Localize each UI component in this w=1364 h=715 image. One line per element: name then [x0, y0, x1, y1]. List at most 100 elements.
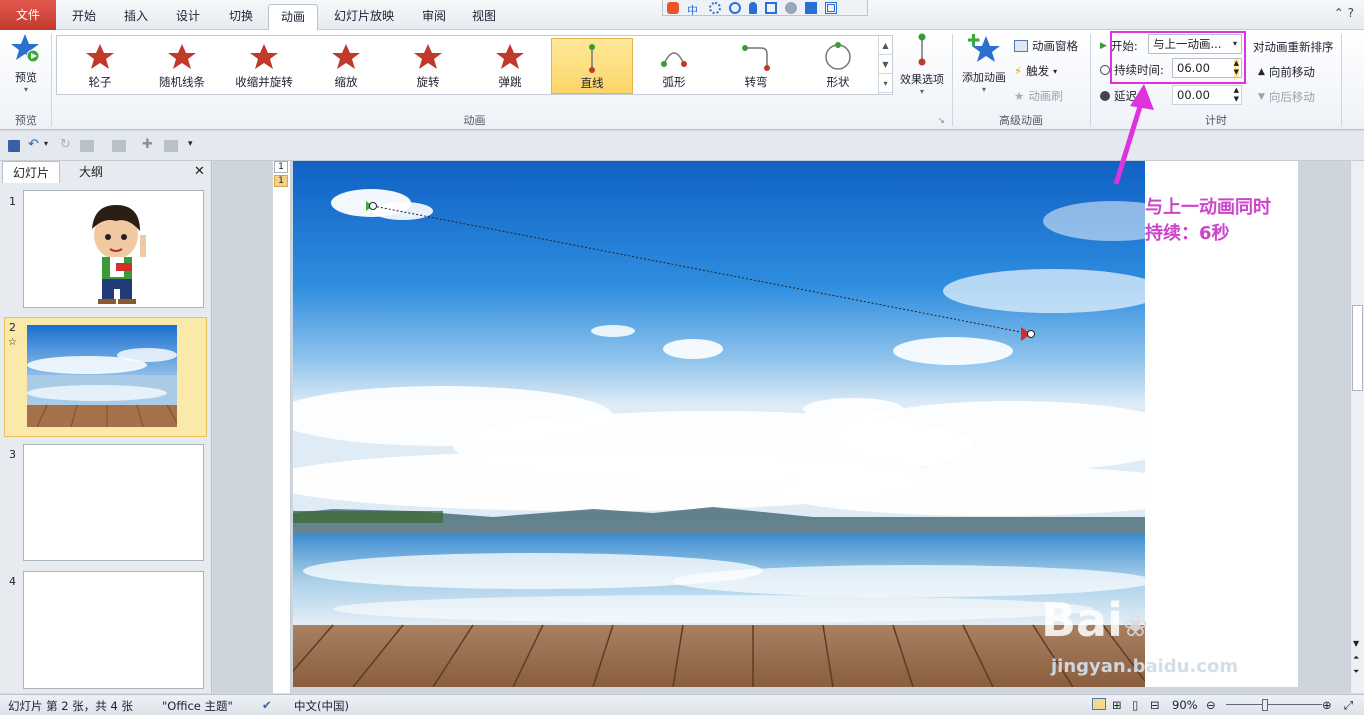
- animation-bounce[interactable]: 弹跳: [469, 38, 551, 94]
- group-divider: [952, 34, 953, 126]
- effect-options-button[interactable]: 效果选项 ▾: [896, 32, 948, 104]
- grid-icon[interactable]: [825, 1, 837, 14]
- scrollbar-thumb[interactable]: [1352, 305, 1363, 391]
- reading-view-icon[interactable]: ▯: [1132, 698, 1138, 712]
- zoom-in-icon[interactable]: ⊕: [1322, 698, 1332, 712]
- gallery-down-button[interactable]: ▼: [879, 55, 892, 74]
- zoom-out-icon[interactable]: ⊖: [1206, 698, 1216, 712]
- line-path-icon: [589, 44, 595, 73]
- slide-thumbnail-3[interactable]: [23, 444, 204, 561]
- theme-name[interactable]: "Office 主题": [162, 698, 233, 714]
- slideshow-icon[interactable]: ⊟: [1150, 698, 1160, 712]
- fit-to-window-icon[interactable]: ⤢: [1344, 698, 1353, 713]
- tab-insert[interactable]: 插入: [112, 4, 160, 30]
- animation-wheel[interactable]: 轮子: [59, 38, 141, 94]
- reorder-label: 对动画重新排序: [1253, 40, 1334, 54]
- play-icon: ▶: [1100, 41, 1107, 51]
- align-icon[interactable]: [112, 140, 126, 152]
- tab-transitions[interactable]: 切换: [216, 4, 266, 30]
- chevron-down-icon: ▾: [1053, 66, 1058, 76]
- user-icon[interactable]: [785, 1, 797, 14]
- slide-number: 1: [9, 195, 16, 208]
- animation-shrink-turn[interactable]: 收缩并旋转: [223, 38, 305, 94]
- tab-view[interactable]: 视图: [462, 4, 506, 30]
- slide-thumbnail-4[interactable]: [23, 571, 204, 689]
- undo-icon[interactable]: ↶: [28, 137, 39, 152]
- animation-marker[interactable]: 1: [274, 161, 288, 173]
- tab-slides[interactable]: 幻灯片: [2, 161, 60, 183]
- preview-button[interactable]: 预览 ▾: [4, 32, 48, 104]
- animation-spin[interactable]: 旋转: [387, 38, 469, 94]
- tab-home[interactable]: 开始: [60, 4, 108, 30]
- animation-painter-button[interactable]: ★ 动画刷: [1014, 88, 1063, 104]
- previous-slide-icon[interactable]: ⏶: [1353, 653, 1359, 663]
- move-earlier-button[interactable]: ▲ 向前移动: [1258, 64, 1315, 80]
- animation-label: 随机线条: [159, 75, 205, 89]
- animation-arcs[interactable]: 弧形: [633, 38, 715, 94]
- slide-sorter-icon[interactable]: ⊞: [1112, 698, 1122, 712]
- slide-thumbnail-2[interactable]: [23, 321, 204, 435]
- slide-number: 2: [9, 321, 16, 334]
- chevron-down-icon[interactable]: ▾: [44, 139, 48, 148]
- redo-icon[interactable]: ↻: [60, 137, 71, 152]
- tab-design[interactable]: 设计: [164, 4, 212, 30]
- slide-thumbnail-1[interactable]: [23, 190, 204, 308]
- animation-shapes[interactable]: 形状: [797, 38, 879, 94]
- close-icon[interactable]: ✕: [194, 164, 205, 179]
- emoji-icon[interactable]: [729, 1, 741, 14]
- zoom-slider[interactable]: [1226, 704, 1322, 705]
- add-animation-label: 添加动画: [962, 71, 1006, 84]
- tab-animations[interactable]: 动画: [268, 4, 318, 30]
- spellcheck-icon[interactable]: ✔: [262, 698, 272, 712]
- trigger-button[interactable]: ⚡ 触发 ▾: [1014, 63, 1057, 79]
- gallery-scroll: ▲ ▼ ▾: [878, 36, 892, 94]
- animation-zoom[interactable]: 缩放: [305, 38, 387, 94]
- tab-review[interactable]: 审阅: [412, 4, 456, 30]
- tab-file[interactable]: 文件: [0, 0, 56, 30]
- sogou-icon[interactable]: [667, 1, 679, 14]
- group-icon[interactable]: [164, 140, 178, 152]
- delay-input[interactable]: 00.00 ▲ ▼: [1172, 85, 1242, 105]
- animations-group-label: 动画: [463, 114, 486, 127]
- keyboard-icon[interactable]: [765, 1, 777, 14]
- vertical-scrollbar[interactable]: ▼ ⏶ ⏷: [1350, 161, 1364, 693]
- animation-label: 旋转: [416, 75, 440, 89]
- add-animation-button[interactable]: 添加动画 ▾: [956, 32, 1012, 104]
- next-slide-icon[interactable]: ⏷: [1353, 667, 1359, 677]
- group-divider: [1341, 34, 1342, 126]
- path-end-handle[interactable]: [1027, 330, 1035, 338]
- path-start-handle[interactable]: [369, 202, 377, 210]
- crop-icon[interactable]: ✚: [142, 137, 153, 152]
- random-bars-star-icon: [168, 44, 196, 69]
- tab-slideshow[interactable]: 幻灯片放映: [326, 4, 402, 30]
- format-icon[interactable]: [80, 140, 94, 152]
- punctuation-icon[interactable]: [709, 1, 721, 14]
- group-divider: [1090, 34, 1091, 126]
- sky-photo[interactable]: [293, 161, 1145, 687]
- normal-view-icon[interactable]: [1092, 698, 1106, 710]
- help-icon[interactable]: ⌃ ?: [1334, 6, 1354, 20]
- skin-icon[interactable]: [805, 1, 817, 14]
- gallery-up-button[interactable]: ▲: [879, 36, 892, 55]
- delay-spinner[interactable]: ▲ ▼: [1234, 86, 1239, 104]
- zoom-level[interactable]: 90%: [1172, 698, 1198, 712]
- animation-pane-button[interactable]: 动画窗格: [1014, 38, 1078, 54]
- animation-random-bars[interactable]: 随机线条: [141, 38, 223, 94]
- chinese-mode-icon[interactable]: 中: [687, 2, 701, 17]
- zoom-slider-thumb[interactable]: [1262, 699, 1268, 711]
- animation-lines[interactable]: 直线: [551, 38, 633, 94]
- animation-label: 缩放: [334, 75, 358, 89]
- customize-qat-icon[interactable]: ▾: [188, 139, 193, 149]
- save-icon[interactable]: [8, 140, 20, 152]
- animation-turns[interactable]: 转弯: [715, 38, 797, 94]
- animation-pane-label: 动画窗格: [1032, 39, 1078, 53]
- microphone-icon[interactable]: [749, 1, 757, 14]
- scroll-down-icon[interactable]: ▼: [1353, 639, 1359, 648]
- animation-marker[interactable]: 1: [274, 175, 288, 187]
- animation-label: 收缩并旋转: [235, 75, 293, 89]
- tab-outline[interactable]: 大纲: [62, 161, 120, 183]
- move-later-button[interactable]: ▼ 向后移动: [1258, 89, 1315, 105]
- dialog-launcher-icon[interactable]: ↘: [938, 116, 945, 125]
- gallery-more-button[interactable]: ▾: [879, 74, 892, 93]
- language[interactable]: 中文(中国): [294, 698, 349, 714]
